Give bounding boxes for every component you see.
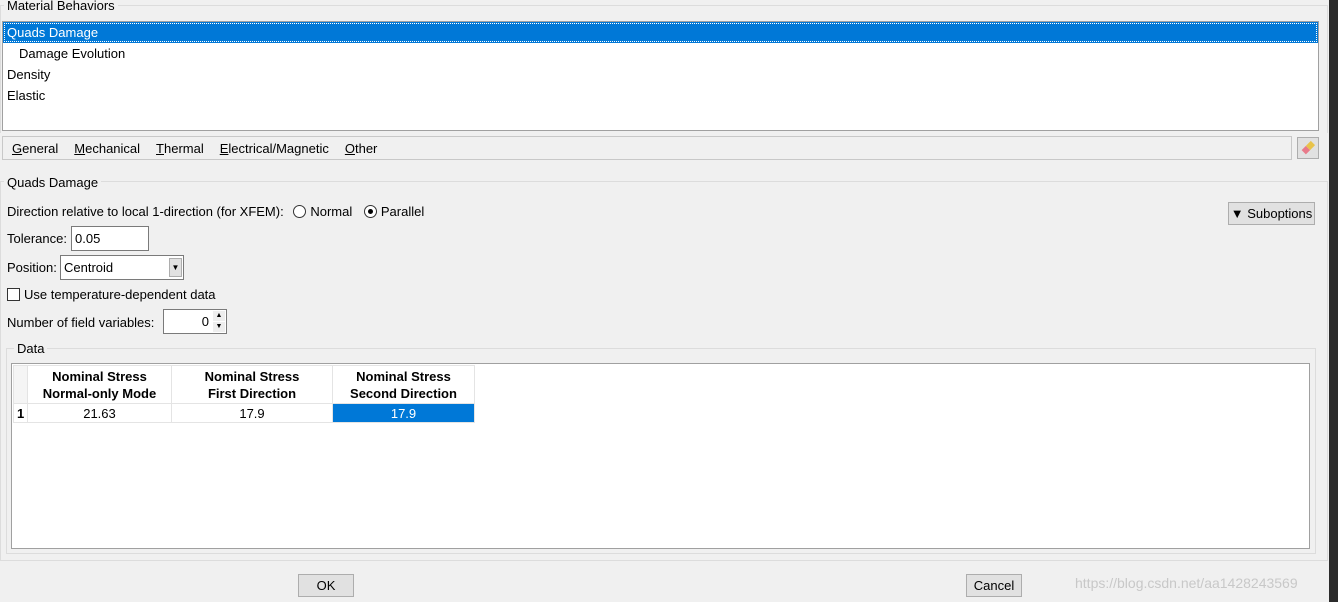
tolerance-label: Tolerance:: [7, 231, 67, 246]
tab-electrical-magnetic[interactable]: Electrical/Magnetic: [220, 141, 329, 156]
position-label: Position:: [7, 260, 57, 275]
watermark: https://blog.csdn.net/aa1428243569: [1075, 575, 1298, 591]
tab-mechanical[interactable]: Mechanical: [74, 141, 140, 156]
column-header[interactable]: Nominal Stress Second Direction: [332, 365, 475, 404]
spinner-down-icon[interactable]: ▼: [213, 322, 225, 332]
radio-icon: [293, 205, 307, 218]
suboptions-button[interactable]: ▼ Suboptions: [1228, 202, 1315, 225]
spinner-up-icon[interactable]: ▲: [213, 311, 225, 321]
direction-row: Direction relative to local 1-direction …: [7, 204, 424, 219]
table-row: 1 21.63 17.9 17.9: [13, 403, 475, 423]
list-item-damage-evolution[interactable]: Damage Evolution: [3, 43, 1318, 64]
row-index: 1: [13, 403, 28, 423]
row-header-corner: [13, 365, 28, 404]
tolerance-input[interactable]: [71, 226, 149, 251]
column-header[interactable]: Nominal Stress First Direction: [171, 365, 333, 404]
behavior-menu-bar: General Mechanical Thermal Electrical/Ma…: [2, 136, 1292, 160]
tab-thermal[interactable]: Thermal: [156, 141, 204, 156]
direction-label: Direction relative to local 1-direction …: [7, 204, 284, 219]
radio-normal[interactable]: Normal: [293, 204, 352, 219]
ok-button[interactable]: OK: [298, 574, 354, 597]
field-variables-spinner[interactable]: 0 ▲ ▼: [163, 309, 227, 334]
list-item-quads-damage[interactable]: Quads Damage: [3, 22, 1318, 43]
data-table: Nominal Stress Normal-only Mode Nominal S…: [13, 365, 475, 423]
radio-checked-icon: [363, 205, 377, 218]
window-edge: [1329, 0, 1338, 602]
data-title: Data: [14, 341, 48, 356]
table-cell-selected[interactable]: 17.9: [332, 403, 475, 423]
chevron-down-icon: ▼: [169, 258, 182, 277]
delete-behavior-button[interactable]: [1297, 137, 1319, 159]
table-cell[interactable]: 21.63: [27, 403, 172, 423]
section-title: Quads Damage: [4, 175, 102, 190]
temperature-checkbox[interactable]: Use temperature-dependent data: [7, 287, 216, 302]
list-item-elastic[interactable]: Elastic: [3, 85, 1318, 106]
eraser-icon: [1301, 140, 1316, 155]
radio-parallel[interactable]: Parallel: [363, 204, 424, 219]
material-behaviors-title: Material Behaviors: [4, 0, 118, 13]
list-item-density[interactable]: Density: [3, 64, 1318, 85]
tab-general[interactable]: General: [12, 141, 58, 156]
triangle-down-icon: ▼: [1230, 206, 1244, 221]
table-cell[interactable]: 17.9: [171, 403, 333, 423]
position-select[interactable]: Centroid ▼: [60, 255, 184, 280]
tab-other[interactable]: Other: [345, 141, 378, 156]
behaviors-list[interactable]: Quads Damage Damage Evolution Density El…: [2, 21, 1319, 131]
checkbox-icon: [7, 288, 20, 301]
column-header[interactable]: Nominal Stress Normal-only Mode: [27, 365, 172, 404]
field-variables-label: Number of field variables:: [7, 315, 155, 330]
cancel-button[interactable]: Cancel: [966, 574, 1022, 597]
